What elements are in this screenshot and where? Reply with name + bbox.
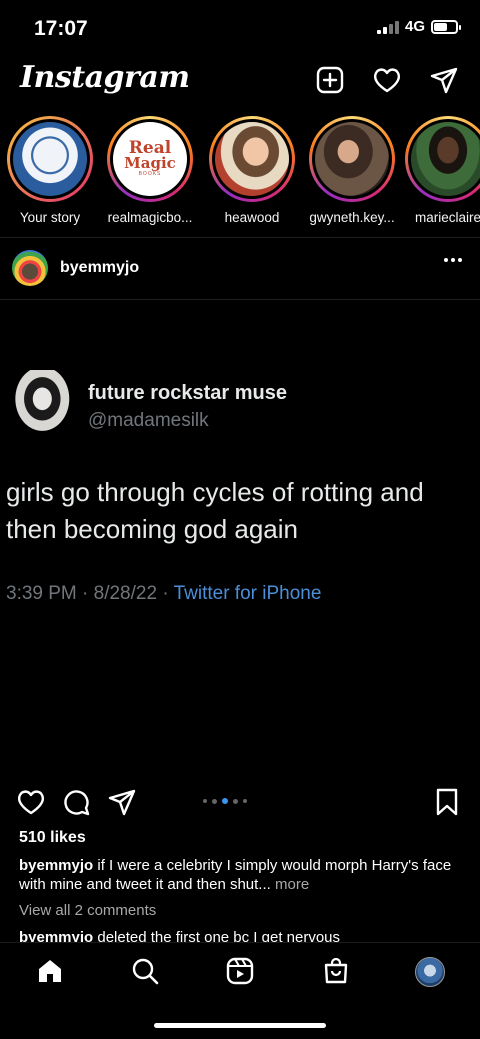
- story-label: Your story: [19, 210, 81, 225]
- add-post-icon[interactable]: [316, 66, 344, 94]
- comment-icon[interactable]: [63, 788, 91, 821]
- battery-icon: [431, 19, 461, 34]
- post-caption: byemmyjo if I were a celebrity I simply …: [19, 856, 469, 894]
- tweet-time: 3:39 PM · 8/28/22 ·: [6, 583, 174, 604]
- app-header: Instagram: [0, 58, 480, 106]
- search-icon[interactable]: [131, 957, 159, 990]
- shop-icon[interactable]: [322, 957, 350, 990]
- network-type: 4G: [404, 18, 425, 35]
- heart-icon[interactable]: [372, 66, 402, 94]
- save-bookmark-icon[interactable]: [435, 788, 459, 821]
- header-actions: [316, 66, 458, 94]
- like-heart-icon[interactable]: [16, 788, 46, 821]
- stories-tray: Your story Real Magic BOOKS realmagicbo...…: [0, 116, 480, 234]
- reels-icon[interactable]: [226, 957, 254, 990]
- story-realmagicbooks[interactable]: Real Magic BOOKS realmagicbo...: [102, 116, 198, 225]
- carousel-dot: [212, 798, 217, 804]
- more-options-icon[interactable]: [444, 258, 462, 262]
- carousel-dot: [233, 798, 238, 804]
- real-magic-logo: Real Magic BOOKS: [113, 122, 187, 196]
- post-image[interactable]: future rockstar muse @madamesilk girls g…: [0, 300, 480, 776]
- story-marieclaire[interactable]: marieclaire: [400, 116, 480, 225]
- avatar[interactable]: [12, 250, 48, 286]
- post-username[interactable]: byemmyjo: [60, 259, 139, 277]
- signal-icon: [376, 20, 399, 34]
- likes-count[interactable]: 510 likes: [19, 829, 86, 847]
- story-label: gwyneth.key...: [309, 210, 395, 225]
- status-bar: 17:07 4G: [0, 0, 480, 54]
- tweet-text: girls go through cycles of rotting and t…: [6, 477, 424, 544]
- profile-avatar[interactable]: [415, 957, 445, 987]
- post-header: byemmyjo: [0, 246, 480, 294]
- home-icon[interactable]: [36, 957, 64, 990]
- story-label: marieclaire: [414, 210, 480, 225]
- tweet-handle: @madamesilk: [88, 410, 209, 431]
- status-time: 17:07: [34, 17, 88, 40]
- caption-more-link[interactable]: more: [271, 876, 309, 893]
- carousel-indicator: [203, 798, 247, 804]
- story-label: realmagicbo...: [107, 210, 193, 225]
- avatar: [315, 122, 389, 196]
- carousel-dot-active: [222, 798, 228, 804]
- story-label: heawood: [224, 210, 280, 225]
- share-icon[interactable]: [108, 788, 136, 821]
- home-indicator: [154, 1023, 326, 1028]
- instagram-logo[interactable]: Instagram: [20, 60, 190, 95]
- post-actions: [0, 784, 480, 820]
- view-comments-link[interactable]: View all 2 comments: [19, 902, 156, 919]
- status-indicators: 4G: [376, 18, 461, 35]
- story-your-story[interactable]: Your story: [2, 116, 98, 225]
- caption-username[interactable]: byemmyjo: [19, 857, 93, 874]
- tweet-display-name: future rockstar muse: [88, 382, 287, 404]
- send-icon[interactable]: [430, 66, 458, 94]
- tweet-source: Twitter for iPhone: [173, 583, 322, 604]
- tweet-avatar: [6, 370, 72, 442]
- carousel-dot: [203, 799, 207, 803]
- story-gwyneth[interactable]: gwyneth.key...: [304, 116, 400, 225]
- divider: [0, 237, 480, 238]
- carousel-dot: [243, 799, 247, 803]
- avatar: [215, 122, 289, 196]
- story-heawood[interactable]: heawood: [204, 116, 300, 225]
- avatar: [411, 122, 480, 196]
- avatar: [13, 122, 87, 196]
- tweet-meta: 3:39 PM · 8/28/22 · Twitter for iPhone: [6, 583, 321, 605]
